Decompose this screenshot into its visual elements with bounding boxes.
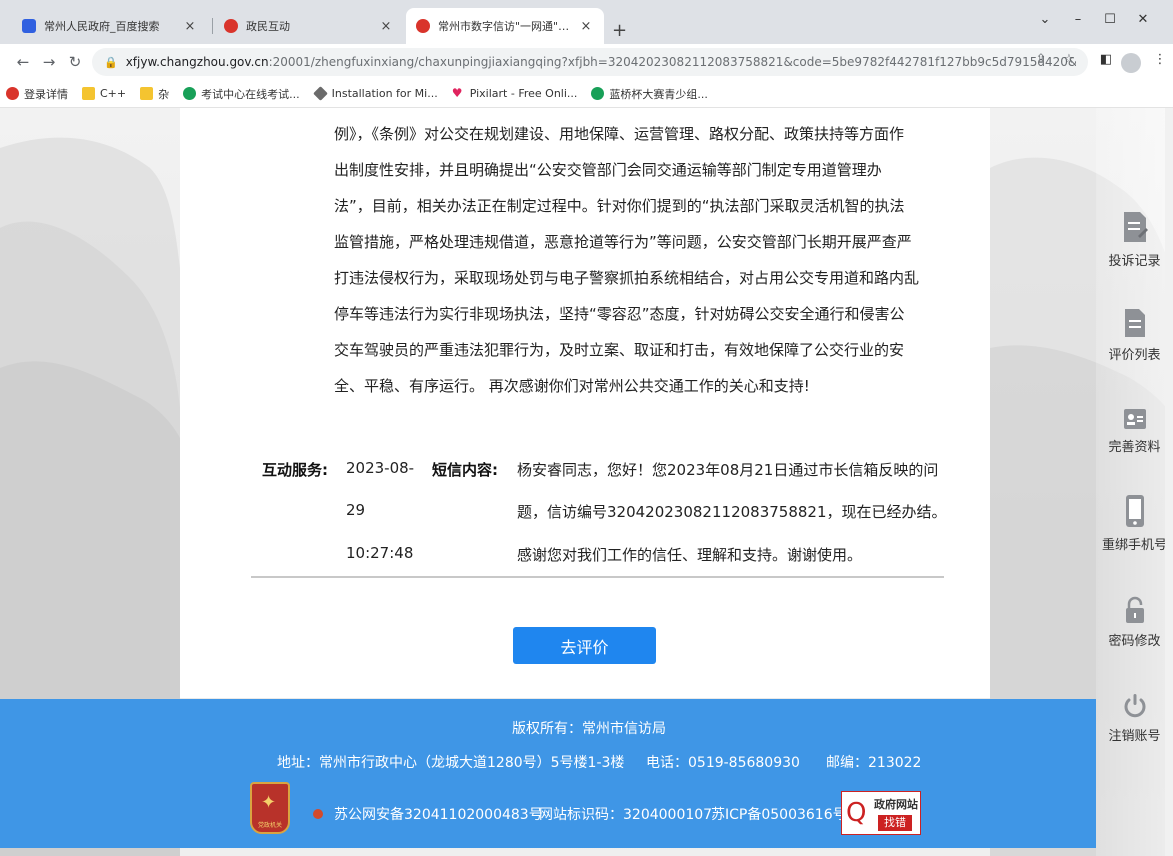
sms-label: 短信内容: <box>432 461 498 479</box>
sms-line: 感谢您对我们工作的信任、理解和支持。谢谢使用。 <box>517 546 863 564</box>
exam-icon <box>591 87 605 100</box>
gov-emblem-icon <box>416 19 430 33</box>
page-scrollbar[interactable] <box>1165 108 1173 856</box>
tab-changzhou-xinfang[interactable]: 常州市数字信访"一网通"服务平台 × <box>406 8 604 44</box>
side-panel-icon[interactable]: ◧ <box>1096 52 1116 67</box>
footer-site-id: 网站标识码：3204000107 <box>539 807 713 823</box>
reply-line: 例》，《条例》对公交在规划建设、用地保障、运营管理、路权分配、政策扶持等方面作 <box>334 125 905 143</box>
diamond-icon <box>312 86 328 101</box>
baidu-icon <box>22 19 36 33</box>
close-icon[interactable]: × <box>182 19 198 34</box>
reply-line: 全、平稳、有序运行。 再次感谢你们对常州公共交通工作的关心和支持! <box>334 377 810 395</box>
footer-postcode: 邮编：213022 <box>826 755 922 771</box>
page-viewport: 例》，《条例》对公交在规划建设、用地保障、运营管理、路权分配、政策扶持等方面作 … <box>0 108 1173 856</box>
tab-strip: 常州人民政府_百度搜索 × 政民互动 × 常州市数字信访"一网通"服务平台 × … <box>0 0 1173 44</box>
baidu-icon <box>6 87 19 100</box>
lock-icon <box>1125 596 1144 623</box>
police-badge-icon <box>313 809 323 819</box>
bookmarks-bar: 登录详情 C++ 杂 考试中心在线考试... Installation for … <box>0 80 1173 108</box>
folder-icon <box>82 87 95 100</box>
service-label: 互动服务: <box>262 461 328 479</box>
reply-line: 出制度性安排，并且明确提出“公安交管部门会同交通运输等部门制定专用道管理办 <box>334 161 882 179</box>
sidebar-item-complaint-records[interactable]: 投诉记录 <box>1096 210 1173 269</box>
bookmark-star-icon[interactable]: ☆ <box>1060 52 1078 67</box>
tab-zhengmin[interactable]: 政民互动 × <box>214 8 404 44</box>
exam-icon <box>183 87 197 100</box>
bookmark-item[interactable]: ♥ Pixilart - Free Onli... <box>451 86 578 101</box>
service-date: 29 <box>346 501 366 519</box>
reply-line: 交车驾驶员的严重违法犯罪行为，及时立案、取证和打击，有效地保障了公交行业的安 <box>334 341 905 359</box>
bookmark-item[interactable]: Installation for Mi... <box>312 86 438 101</box>
share-icon[interactable]: ⇪ <box>1032 52 1050 67</box>
user-side-panel: 投诉记录 评价列表 完善资料 重绑手机号 密码修改 注销账号 <box>1096 108 1173 856</box>
reply-line: 法”，目前，相关办法正在制定过程中。针对你们提到的“执法部门采取灵活机智的执法 <box>334 197 905 215</box>
heart-icon: ♥ <box>451 86 463 100</box>
address-host: xfjyw.changzhou.gov.cn <box>125 55 269 69</box>
tab-title: 常州市数字信访"一网通"服务平台 <box>438 20 572 33</box>
gov-badge-action: 找错 <box>878 815 912 831</box>
sidebar-item-cancel-account[interactable]: 注销账号 <box>1096 693 1173 744</box>
maximize-button[interactable]: ☐ <box>1100 12 1120 27</box>
tab-baidu-search[interactable]: 常州人民政府_百度搜索 × <box>12 8 208 44</box>
sms-line: 题，信访编号32042023082112083758821，现在已经办结。 <box>517 503 947 521</box>
folder-icon <box>140 87 154 100</box>
tab-title: 政民互动 <box>246 20 290 33</box>
footer-police-record[interactable]: 苏公网安备32041102000483号 <box>334 804 543 824</box>
gov-badge-title: 政府网站 <box>874 798 918 811</box>
bookmark-item[interactable]: 蓝桥杯大赛青少组... <box>591 86 708 102</box>
browser-toolbar: ← → ↻ 🔒 xfjyw.changzhou.gov.cn :20001/zh… <box>0 44 1173 80</box>
new-tab-button[interactable]: + <box>612 20 627 41</box>
minimize-button[interactable]: – <box>1068 12 1088 27</box>
footer-phone: 电话：0519-85680930 <box>646 755 800 771</box>
divider <box>251 576 944 578</box>
gov-emblem-icon <box>224 19 238 33</box>
sms-line: 杨安睿同志，您好！您2023年08月21日通过市长信箱反映的问 <box>517 461 939 479</box>
close-icon[interactable]: × <box>378 19 394 34</box>
evaluate-button[interactable]: 去评价 <box>513 627 656 664</box>
back-icon[interactable]: ← <box>14 53 32 71</box>
phone-icon <box>1125 495 1144 527</box>
magnifier-icon: Q <box>846 798 867 828</box>
sidebar-item-rebind-phone[interactable]: 重绑手机号 <box>1096 494 1173 553</box>
gov-site-error-report-badge[interactable]: Q 政府网站 找错 <box>841 791 921 835</box>
evaluation-list-icon <box>1124 309 1145 337</box>
lock-icon: 🔒 <box>104 55 118 69</box>
bookmark-item[interactable]: 考试中心在线考试... <box>183 86 300 102</box>
forward-icon[interactable]: → <box>40 53 58 71</box>
bookmark-folder[interactable]: 杂 <box>140 86 169 102</box>
power-icon <box>1124 694 1145 718</box>
address-bar[interactable]: 🔒 xfjyw.changzhou.gov.cn :20001/zhengfux… <box>92 48 1088 76</box>
sidebar-item-change-password[interactable]: 密码修改 <box>1096 596 1173 649</box>
footer-icp[interactable]: 苏ICP备05003616号 <box>711 804 847 824</box>
close-icon[interactable]: × <box>578 19 594 34</box>
sidebar-item-complete-profile[interactable]: 完善资料 <box>1096 408 1173 455</box>
footer-copyright: 版权所有：常州市信访局 <box>512 721 666 737</box>
bookmark-item[interactable]: 登录详情 <box>6 86 68 102</box>
tab-title: 常州人民政府_百度搜索 <box>44 20 160 33</box>
window-close-button[interactable]: ✕ <box>1133 12 1153 27</box>
bookmark-folder[interactable]: C++ <box>82 87 126 100</box>
reload-icon[interactable]: ↻ <box>66 53 84 71</box>
profile-avatar[interactable] <box>1121 53 1141 73</box>
menu-icon[interactable]: ⋮ <box>1150 52 1170 67</box>
party-gov-emblem[interactable]: ✦ 党政机关 <box>250 782 290 834</box>
reply-line: 打违法侵权行为，采取现场处罚与电子警察抓拍系统相结合，对占用公交专用道和路内乱 <box>334 269 920 287</box>
tab-separator <box>212 18 213 34</box>
reply-text: 例》，《条例》对公交在规划建设、用地保障、运营管理、路权分配、政策扶持等方面作 … <box>334 116 934 404</box>
address-path: :20001/zhengfuxinxiang/chaxunpingjiaxian… <box>268 55 1076 69</box>
emblem-mark: ✦ <box>261 792 277 813</box>
tab-search-icon[interactable]: ⌄ <box>1035 12 1055 27</box>
reply-line: 停车等违法行为实行非现场执法，坚持“零容忍”态度，针对妨碍公交安全通行和侵害公 <box>334 305 905 323</box>
site-footer: 版权所有：常州市信访局 地址：常州市行政中心（龙城大道1280号）5号楼1-3楼… <box>0 699 1096 848</box>
profile-card-icon <box>1123 409 1146 429</box>
footer-address: 地址：常州市行政中心（龙城大道1280号）5号楼1-3楼 <box>277 755 625 771</box>
sidebar-item-evaluation-list[interactable]: 评价列表 <box>1096 308 1173 363</box>
reply-line: 监管措施，严格处理违规借道，恶意抢道等行为”等问题，公安交管部门长期开展严查严 <box>334 233 912 251</box>
service-date: 2023-08- <box>346 459 415 477</box>
service-time: 10:27:48 <box>346 544 414 562</box>
complaint-record-icon <box>1123 212 1148 242</box>
emblem-text: 党政机关 <box>257 822 282 829</box>
